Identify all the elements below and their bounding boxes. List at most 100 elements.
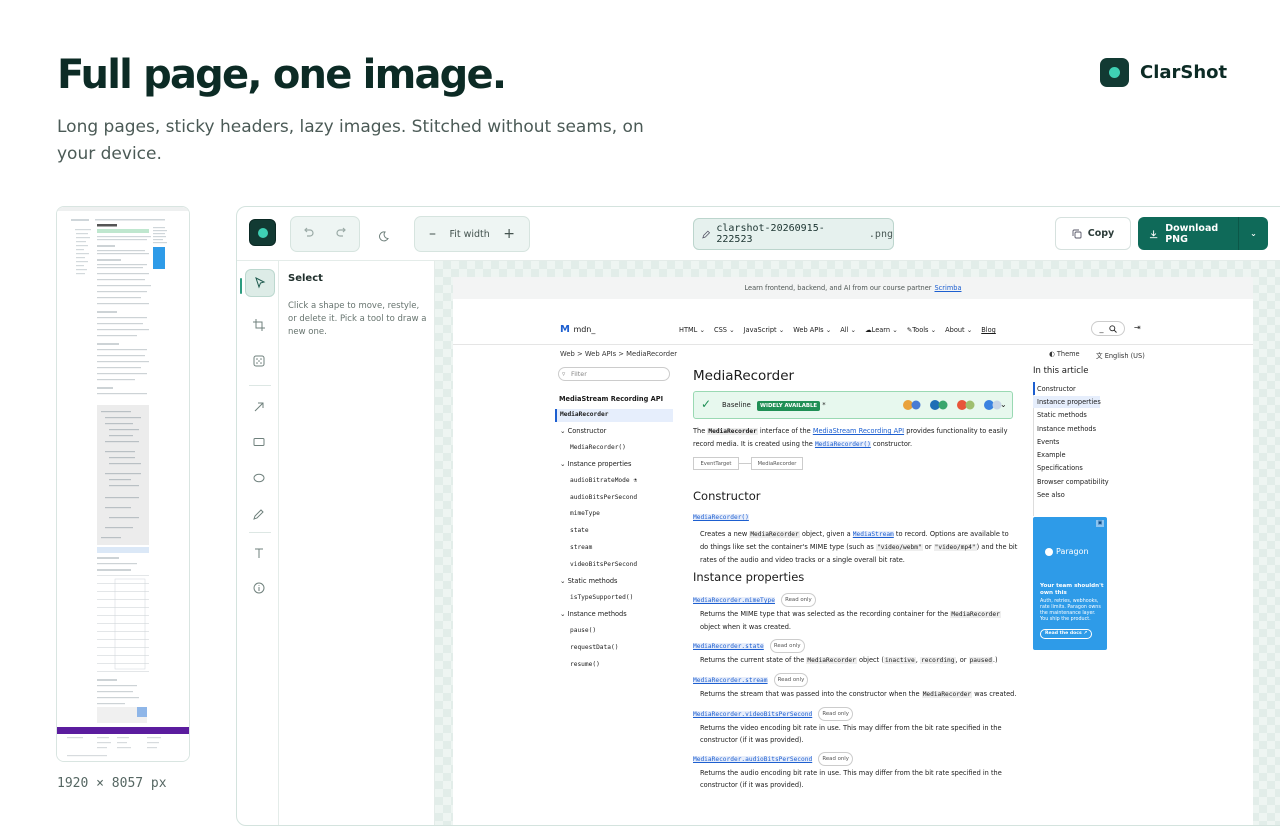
mdn-nav-all[interactable]: All ⌄ xyxy=(840,326,856,334)
theme-toggle-icon[interactable] xyxy=(377,227,389,246)
download-options-chevron-icon[interactable]: ⌄ xyxy=(1239,229,1268,238)
login-icon[interactable]: ⇥ xyxy=(1134,323,1141,332)
info-tool-icon[interactable] xyxy=(244,574,274,602)
toc-item-static-methods[interactable]: Static methods xyxy=(1037,411,1087,419)
text-tool-icon[interactable] xyxy=(244,539,274,567)
mdn-nav-about[interactable]: About ⌄ xyxy=(945,326,972,334)
sponsor-ad[interactable]: ▣ Paragon Your team shouldn't own this A… xyxy=(1033,517,1107,650)
theme-switcher[interactable]: ◐ Theme xyxy=(1049,350,1080,358)
ctor-name-link[interactable]: MediaRecorder() xyxy=(693,514,749,521)
toc-item-browser-compatibility[interactable]: Browser compatibility xyxy=(1037,478,1109,486)
sidebar-item-audiobitratemode[interactable]: audioBitrateMode ⚗ xyxy=(570,477,637,484)
sidebar-item-audiobitspersecond[interactable]: audioBitsPerSecond xyxy=(570,494,637,501)
canvas-area[interactable]: Learn frontend, backend, and AI from our… xyxy=(435,261,1280,825)
sidebar-item-mimetype[interactable]: mimeType xyxy=(570,510,600,517)
rectangle-tool-icon[interactable] xyxy=(244,428,274,456)
inheritance-mediarecorder[interactable]: MediaRecorder xyxy=(751,457,803,470)
mdn-header: M mdn_ HTML ⌄ CSS ⌄ JavaScript ⌄ Web API… xyxy=(453,315,1253,345)
paragon-logo-icon xyxy=(1045,547,1053,556)
prop-mimetype-desc: Returns the MIME type that was selected … xyxy=(700,610,1001,631)
pen-tool-icon[interactable] xyxy=(244,500,274,528)
mediastream-link[interactable]: MediaStream xyxy=(852,531,894,538)
sidebar-heading: MediaStream Recording API xyxy=(559,395,664,403)
language-switcher[interactable]: 文 English (US) xyxy=(1096,350,1145,360)
sidebar-item-ctor[interactable]: MediaRecorder() xyxy=(570,444,626,451)
sidebar-group-instance-properties[interactable]: ⌄ Instance properties xyxy=(560,460,631,468)
crumb-web-apis[interactable]: Web APIs xyxy=(585,350,616,358)
copy-button[interactable]: Copy xyxy=(1055,217,1131,250)
brand[interactable]: ClarShot xyxy=(1100,58,1227,87)
sidebar-item-resume[interactable]: resume() xyxy=(570,661,600,668)
banner-link[interactable]: Scrimba xyxy=(934,284,961,292)
prop-mimetype-link[interactable]: MediaRecorder.mimeType xyxy=(693,597,775,604)
mdn-search-button[interactable]: _ xyxy=(1091,321,1125,336)
captured-page[interactable]: Learn frontend, backend, and AI from our… xyxy=(453,277,1253,825)
zoom-level[interactable]: Fit width xyxy=(449,229,489,240)
toc-item-see-also[interactable]: See also xyxy=(1037,491,1065,499)
toc-item-instance-properties[interactable]: Instance properties xyxy=(1037,398,1101,406)
sidebar-item-requestdata[interactable]: requestData() xyxy=(570,644,618,651)
banner-text: Learn frontend, backend, and AI from our… xyxy=(744,284,932,292)
sidebar-filter-input[interactable]: ▿ Filter xyxy=(558,367,670,381)
crumb-mediarecorder[interactable]: MediaRecorder xyxy=(626,350,677,358)
toc-item-instance-methods[interactable]: Instance methods xyxy=(1037,425,1096,433)
ctor-description: Creates a new MediaRecorder object, give… xyxy=(700,530,1018,564)
sidebar-item-videobitspersecond[interactable]: videoBitsPerSecond xyxy=(570,561,637,568)
ad-info-icon[interactable]: ▣ xyxy=(1096,520,1104,527)
toc-item-constructor[interactable]: Constructor xyxy=(1037,385,1076,393)
toc-item-example[interactable]: Example xyxy=(1037,451,1066,459)
arrow-tool-icon[interactable] xyxy=(244,393,274,421)
sidebar-item-state[interactable]: state xyxy=(570,527,589,534)
mediastream-recording-api-link[interactable]: MediaStream Recording API xyxy=(813,427,904,435)
download-button[interactable]: Download PNG ⌄ xyxy=(1138,217,1268,250)
ctor-link[interactable]: MediaRecorder() xyxy=(814,441,871,448)
undo-icon[interactable] xyxy=(294,226,322,242)
sidebar-group-constructor[interactable]: ⌄ Constructor xyxy=(560,427,606,435)
download-png-button[interactable]: Download PNG xyxy=(1138,223,1238,245)
sidebar-item-pause[interactable]: pause() xyxy=(570,627,596,634)
blur-tool-icon[interactable] xyxy=(244,347,274,375)
redo-icon[interactable] xyxy=(328,226,356,242)
sidebar-item-mediarecorder[interactable]: MediaRecorder xyxy=(560,411,608,418)
zoom-in-button[interactable]: + xyxy=(503,226,515,242)
breadcrumb: Web > Web APIs > MediaRecorder xyxy=(560,350,678,358)
mdn-nav-learn[interactable]: ☁Learn ⌄ xyxy=(865,326,898,334)
sidebar-group-instance-methods[interactable]: ⌄ Instance methods xyxy=(560,610,627,618)
select-tool-icon[interactable] xyxy=(245,269,275,297)
crumb-web[interactable]: Web xyxy=(560,350,575,358)
panel-description: Click a shape to move, restyle, or delet… xyxy=(288,301,427,337)
sidebar-item-stream[interactable]: stream xyxy=(570,544,592,551)
mdn-nav-tools[interactable]: ✎Tools ⌄ xyxy=(907,326,936,334)
ad-cta-button[interactable]: Read the docs ↗ xyxy=(1040,629,1093,639)
inheritance-eventtarget[interactable]: EventTarget xyxy=(693,457,739,470)
hero-title: Full page, one image. xyxy=(57,52,507,98)
zoom-control: – Fit width + xyxy=(414,216,530,252)
mdn-nav-blog[interactable]: Blog xyxy=(981,326,996,334)
page-thumbnail[interactable] xyxy=(56,206,190,762)
brand-name: ClarShot xyxy=(1140,62,1228,83)
editor-toolbar: – Fit width + clarshot-20260915-222523 .… xyxy=(237,207,1280,261)
mdn-nav-css[interactable]: CSS ⌄ xyxy=(714,326,735,334)
mdn-logo[interactable]: M mdn_ xyxy=(560,324,595,335)
toc-item-events[interactable]: Events xyxy=(1037,438,1059,446)
toc-item-specifications[interactable]: Specifications xyxy=(1037,464,1083,472)
prop-stream-link[interactable]: MediaRecorder.stream xyxy=(693,677,768,684)
baseline-banner[interactable]: ✓ Baseline WIDELY AVAILABLE * ⌄ xyxy=(693,391,1013,419)
prop-videobitspersecond-link[interactable]: MediaRecorder.videoBitsPerSecond xyxy=(693,711,813,718)
ellipse-tool-icon[interactable] xyxy=(244,464,274,492)
zoom-out-button[interactable]: – xyxy=(429,226,436,242)
mdn-nav-web-apis[interactable]: Web APIs ⌄ xyxy=(793,326,831,334)
filename-field[interactable]: clarshot-20260915-222523 .png xyxy=(693,218,894,250)
prop-stream-desc: Returns the stream that was passed into … xyxy=(700,690,1017,698)
sidebar-group-static-methods[interactable]: ⌄ Static methods xyxy=(560,577,617,585)
crop-tool-icon[interactable] xyxy=(244,311,274,339)
app-logo-icon[interactable] xyxy=(249,219,276,246)
prop-mimetype: MediaRecorder.mimeType Read only xyxy=(693,593,1018,607)
mdn-nav-html[interactable]: HTML ⌄ xyxy=(679,326,705,334)
sidebar-item-istypesupported[interactable]: isTypeSupported() xyxy=(570,594,633,601)
mdn-nav-javascript[interactable]: JavaScript ⌄ xyxy=(744,326,785,334)
constructor-heading: Constructor xyxy=(693,489,761,503)
expand-chevron-icon[interactable]: ⌄ xyxy=(1000,400,1007,409)
prop-state-link[interactable]: MediaRecorder.state xyxy=(693,643,764,650)
prop-audiobitspersecond-link[interactable]: MediaRecorder.audioBitsPerSecond xyxy=(693,756,813,763)
